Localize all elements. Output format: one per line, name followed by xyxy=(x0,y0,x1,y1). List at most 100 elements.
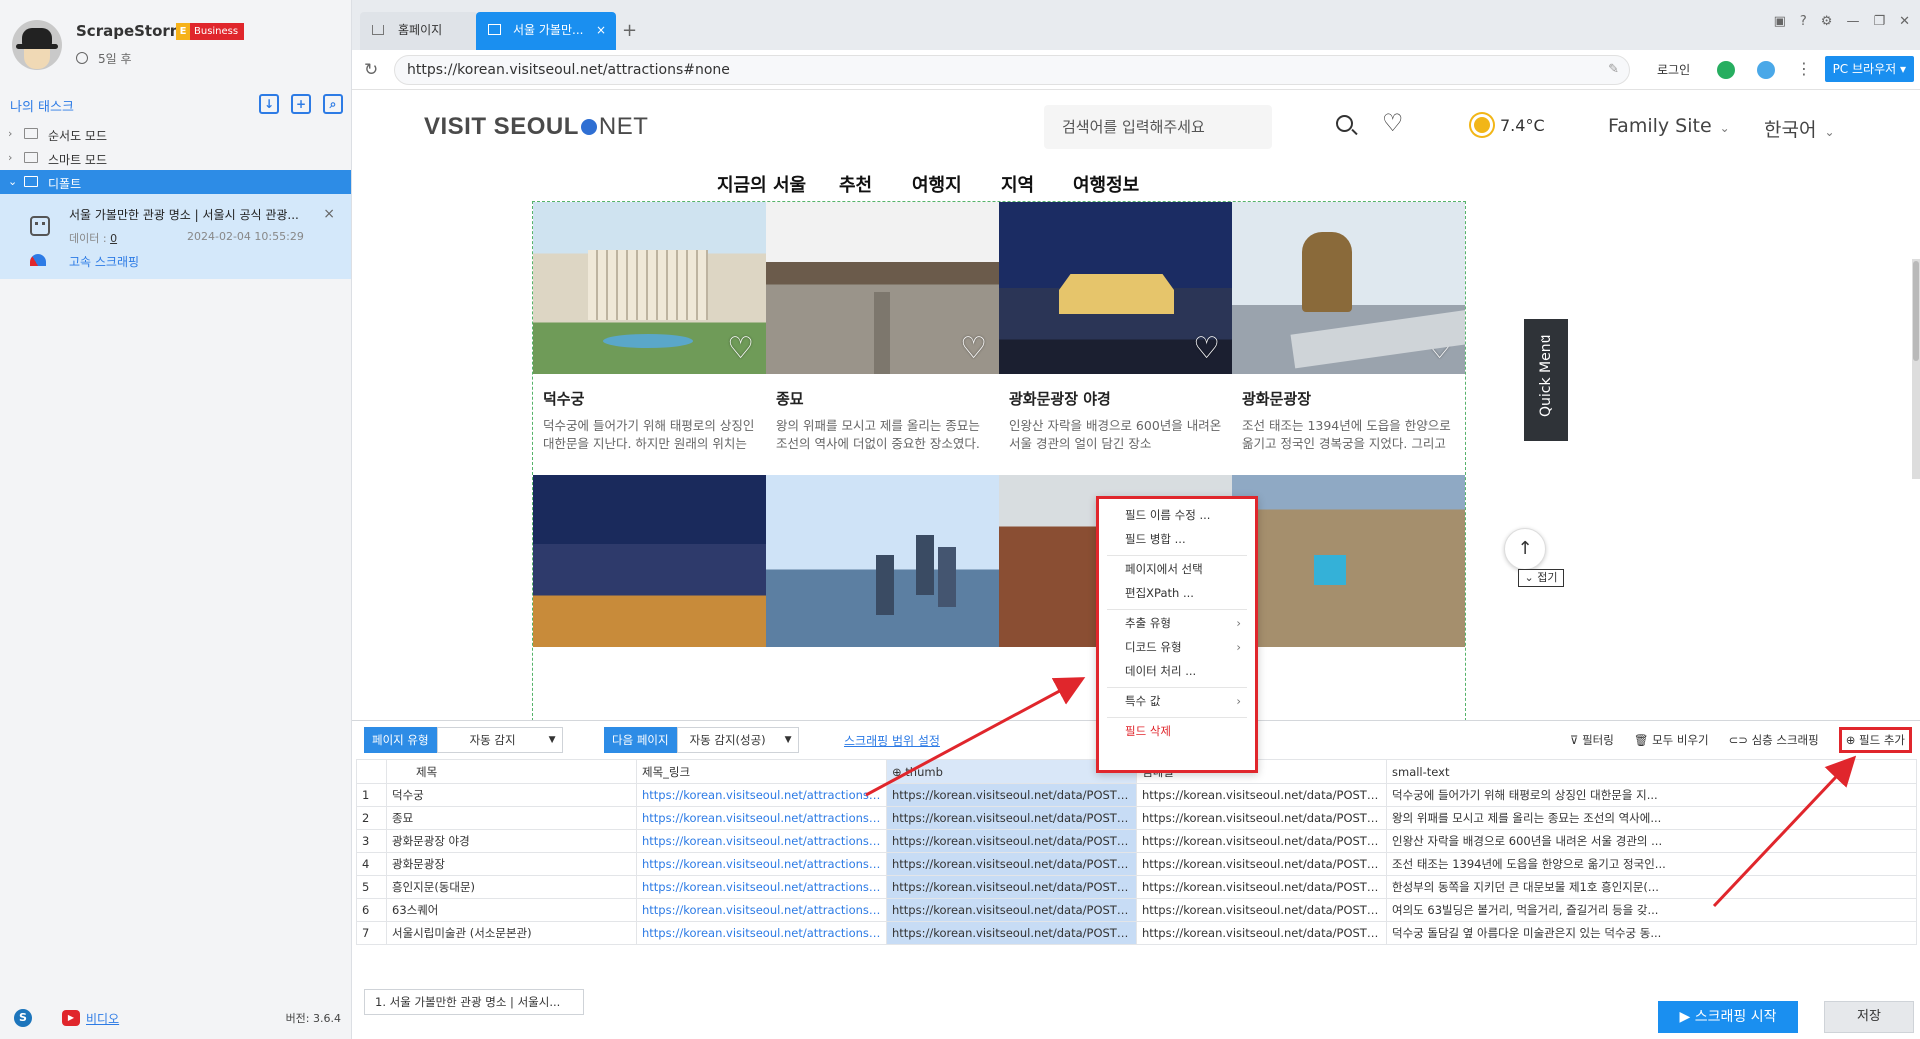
heart-icon[interactable]: ♡ xyxy=(1426,331,1453,366)
close-tab-icon[interactable]: × xyxy=(596,12,606,48)
close-icon[interactable]: × xyxy=(323,206,335,222)
table-cell[interactable]: https://korean.visitseoul.net/data/POST/… xyxy=(1136,829,1387,853)
table-cell[interactable]: 광화문광장 xyxy=(386,852,637,876)
table-cell[interactable]: https://korean.visitseoul.net/attraction… xyxy=(636,898,887,922)
table-cell[interactable]: https://korean.visitseoul.net/data/POST/… xyxy=(886,921,1137,945)
nav-travel-info[interactable]: 여행정보 xyxy=(1073,171,1139,197)
table-cell[interactable]: https://korean.visitseoul.net/data/POST/… xyxy=(886,829,1137,853)
table-cell[interactable]: https://korean.visitseoul.net/data/POST/… xyxy=(886,806,1137,830)
table-cell[interactable]: https://korean.visitseoul.net/data/POST/… xyxy=(886,898,1137,922)
attraction-image[interactable]: ♡ xyxy=(1232,202,1465,374)
site-search-input[interactable]: 검색어를 입력해주세요 xyxy=(1044,105,1272,149)
restore-icon[interactable]: ❐ xyxy=(1873,14,1885,29)
card-title[interactable]: 광화문광장 xyxy=(1242,388,1465,409)
language-select[interactable]: 한국어 ⌄ xyxy=(1764,115,1835,142)
table-cell[interactable]: 광화문광장 야경 xyxy=(386,829,637,853)
gift-icon[interactable]: ▣ xyxy=(1774,14,1786,29)
attraction-image[interactable] xyxy=(533,475,766,647)
pc-browser-button[interactable]: PC 브라우저 ▾ xyxy=(1824,56,1914,82)
table-cell[interactable]: 여의도 63빌딩은 볼거리, 먹을거리, 즐길거리 등을 갖... xyxy=(1386,898,1917,922)
tab-page[interactable]: 서울 가볼만... × xyxy=(476,12,616,50)
close-window-icon[interactable]: ✕ xyxy=(1899,14,1910,29)
table-cell[interactable]: https://korean.visitseoul.net/data/POST/… xyxy=(886,875,1137,899)
attraction-image[interactable]: ♡ xyxy=(533,202,766,374)
menu-special-value[interactable]: 특수 값 › xyxy=(1099,689,1255,713)
more-icon[interactable]: ⋮ xyxy=(1796,59,1812,78)
site-logo[interactable]: VISIT SEOUL NET xyxy=(424,113,648,141)
search-icon[interactable] xyxy=(1336,115,1353,132)
menu-edit-xpath[interactable]: 편집XPath ... xyxy=(1099,581,1255,605)
nav-region[interactable]: 지역 xyxy=(1001,171,1034,197)
url-input[interactable]: https://korean.visitseoul.net/attraction… xyxy=(394,55,1630,85)
next-page-select[interactable]: 다음 페이지 자동 감지(성공) ▼ xyxy=(604,727,799,753)
attraction-card[interactable] xyxy=(533,475,766,647)
table-row[interactable]: 1 덕수궁 https://korean.visitseoul.net/attrac… xyxy=(356,783,1917,807)
fold-button[interactable]: ⌄ 접기 xyxy=(1518,569,1564,587)
table-row[interactable]: 2 종묘 https://korean.visitseoul.net/attract… xyxy=(356,806,1917,830)
nav-now-seoul[interactable]: 지금의 서울 xyxy=(717,171,806,197)
table-cell[interactable]: 흥인지문(동대문) xyxy=(386,875,637,899)
chevron-down-icon[interactable]: ⌄ xyxy=(8,175,17,188)
table-cell[interactable]: https://korean.visitseoul.net/attraction… xyxy=(636,829,887,853)
minimize-icon[interactable]: — xyxy=(1846,14,1859,29)
table-cell[interactable]: 종묘 xyxy=(386,806,637,830)
heart-icon[interactable]: ♡ xyxy=(960,331,987,366)
chevron-right-icon[interactable]: › xyxy=(8,127,12,140)
table-cell[interactable]: https://korean.visitseoul.net/data/POST/… xyxy=(1136,921,1387,945)
nav-destinations[interactable]: 여행지 xyxy=(912,171,962,197)
tree-item-default[interactable]: ⌄ 디폴트 xyxy=(0,170,351,194)
family-site-select[interactable]: Family Site ⌄ xyxy=(1608,115,1730,137)
column-header[interactable]: 제목 xyxy=(386,759,637,784)
table-cell[interactable]: https://korean.visitseoul.net/data/POST/… xyxy=(1136,806,1387,830)
gear-icon[interactable]: ⚙ xyxy=(1821,14,1833,29)
start-scrape-button[interactable]: ▶ 스크래핑 시작 xyxy=(1658,1001,1798,1033)
help-icon[interactable]: ? xyxy=(1800,14,1807,29)
save-button[interactable]: 저장 xyxy=(1824,1001,1914,1033)
table-cell[interactable]: https://korean.visitseoul.net/data/POST/… xyxy=(1136,852,1387,876)
page-type-select[interactable]: 페이지 유형 자동 감지 ▼ xyxy=(364,727,563,753)
data-count-link[interactable]: 0 xyxy=(110,232,117,245)
table-cell[interactable]: https://korean.visitseoul.net/data/POST/… xyxy=(1136,898,1387,922)
column-header[interactable]: 제목_링크 xyxy=(636,759,887,784)
table-cell[interactable]: 서울시립미술관 (서소문본관) xyxy=(386,921,637,945)
clear-all-button[interactable]: 🗑 모두 비우기 xyxy=(1634,727,1709,753)
table-cell[interactable]: 덕수궁 xyxy=(386,783,637,807)
quick-menu[interactable]: › Quick Menu xyxy=(1524,319,1568,441)
new-task-icon[interactable]: + xyxy=(291,94,311,114)
table-cell[interactable]: 조선 태조는 1394년에 도읍을 한양으로 옮기고 정국인... xyxy=(1386,852,1917,876)
attraction-image[interactable] xyxy=(766,475,999,647)
menu-select-on-page[interactable]: 페이지에서 선택 xyxy=(1099,557,1255,581)
menu-extract-type[interactable]: 추출 유형 › xyxy=(1099,611,1255,635)
table-cell[interactable]: 인왕산 자락을 배경으로 600년을 내려온 서울 경관의 ... xyxy=(1386,829,1917,853)
tab-home[interactable]: 홈페이지 xyxy=(360,12,478,50)
table-row[interactable]: 5 흥인지문(동대문) https://korean.visitseoul.net/… xyxy=(356,875,1917,899)
search-task-icon[interactable]: ⌕ xyxy=(323,94,343,114)
table-cell[interactable]: https://korean.visitseoul.net/data/POST/… xyxy=(886,783,1137,807)
attraction-image[interactable] xyxy=(1232,475,1465,647)
tree-item-smart[interactable]: › 스마트 모드 xyxy=(0,146,351,170)
heart-icon[interactable]: ♡ xyxy=(1193,331,1220,366)
card-title[interactable]: 덕수궁 xyxy=(543,388,766,409)
attraction-card[interactable]: ♡ 종묘 왕의 위패를 모시고 제를 올리는 종묘는 조선의 역사에 더없이 중… xyxy=(766,202,999,453)
table-cell[interactable]: 한성부의 동쪽을 지키던 큰 대문보물 제1호 흥인지문(... xyxy=(1386,875,1917,899)
add-field-button[interactable]: ⊕ 필드 추가 xyxy=(1838,727,1912,753)
menu-merge-field[interactable]: 필드 병합 ... xyxy=(1099,527,1255,551)
import-task-icon[interactable]: ↓ xyxy=(259,94,279,114)
table-cell[interactable]: https://korean.visitseoul.net/attraction… xyxy=(636,852,887,876)
table-cell[interactable]: https://korean.visitseoul.net/data/POST/… xyxy=(1136,783,1387,807)
table-cell[interactable]: 왕의 위패를 모시고 제를 올리는 종묘는 조선의 역사에... xyxy=(1386,806,1917,830)
table-cell[interactable]: 덕수궁에 들어가기 위해 태평로의 상징인 대한문을 지... xyxy=(1386,783,1917,807)
table-cell[interactable]: https://korean.visitseoul.net/attraction… xyxy=(636,921,887,945)
card-title[interactable]: 광화문광장 야경 xyxy=(1009,388,1232,409)
table-cell[interactable]: https://korean.visitseoul.net/attraction… xyxy=(636,806,887,830)
page-scrollbar[interactable] xyxy=(1912,259,1920,479)
chevron-right-icon[interactable]: › xyxy=(8,151,12,164)
table-cell[interactable]: https://korean.visitseoul.net/attraction… xyxy=(636,875,887,899)
column-header[interactable]: small-text xyxy=(1386,759,1917,784)
youtube-icon[interactable]: ▶ xyxy=(62,1010,80,1026)
table-row[interactable]: 6 63스퀘어 https://korean.visitseoul.net/attr… xyxy=(356,898,1917,922)
heart-icon[interactable]: ♡ xyxy=(1382,109,1404,137)
table-cell[interactable]: 63스퀘어 xyxy=(386,898,637,922)
login-button[interactable]: 로그인 xyxy=(1657,61,1690,78)
attraction-card[interactable] xyxy=(766,475,999,647)
